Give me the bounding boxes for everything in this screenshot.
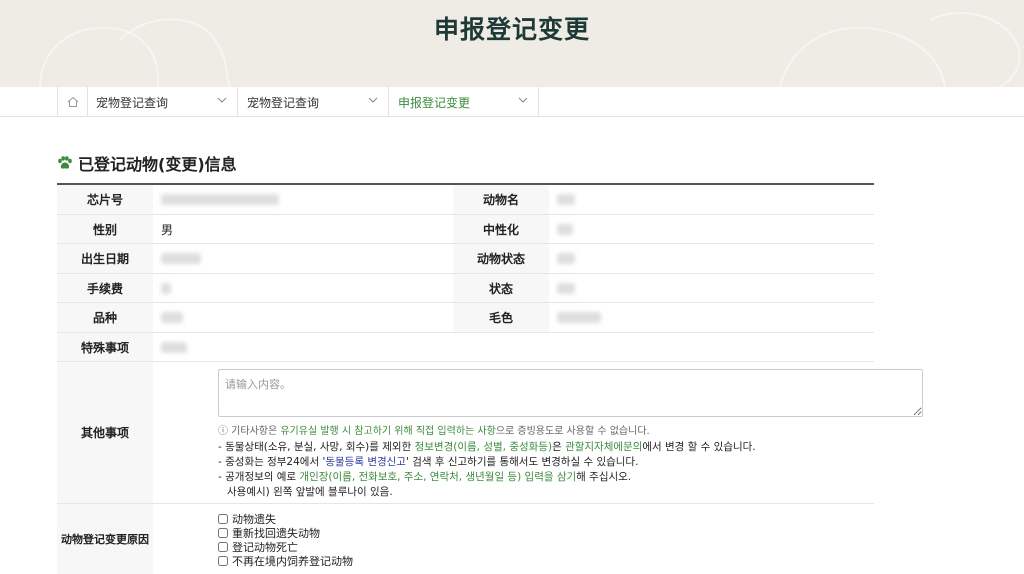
animal-status-value xyxy=(549,244,874,273)
chevron-down-icon xyxy=(217,97,227,103)
neuter-label: 中性化 xyxy=(453,215,549,243)
status-label: 状态 xyxy=(453,274,549,302)
table-row-reason: 动物登记变更原因 动物遗失 重新找回遗失动物 登记动物死亡 不再在境内饲养登记动… xyxy=(57,504,874,574)
checkbox[interactable] xyxy=(218,542,228,552)
chevron-down-icon xyxy=(518,97,528,103)
section-title: 已登记动物(变更)信息 xyxy=(57,151,237,175)
breadcrumb: 宠物登记查询 宠物登记查询 申报登记变更 xyxy=(0,87,1024,117)
section-title-text: 已登记动物(变更)信息 xyxy=(78,155,237,174)
checkbox[interactable] xyxy=(218,556,228,566)
neuter-value xyxy=(549,215,874,243)
animal-name-label: 动物名 xyxy=(453,185,549,214)
other-notes-hint: ⓘ 기타사항은 유기유실 발행 시 참고하기 위해 직접 입력하는 사항으로 증… xyxy=(218,426,650,437)
page-banner: 申报登记变更 xyxy=(0,0,1024,87)
special-notes-value xyxy=(153,333,874,361)
checkbox[interactable] xyxy=(218,514,228,524)
sex-label: 性别 xyxy=(57,215,153,243)
fee-value xyxy=(153,274,453,302)
change-reason-label: 动物登记变更原因 xyxy=(57,504,153,574)
coat-color-label: 毛色 xyxy=(453,303,549,332)
special-notes-label: 特殊事项 xyxy=(57,333,153,361)
paw-icon xyxy=(58,156,72,169)
table-row: 手续费 状态 xyxy=(57,274,874,303)
note-bullet-4: 사용예시) 왼쪽 앞발에 블루나이 있음. xyxy=(227,486,393,498)
breadcrumb-item-label: 申报登记变更 xyxy=(398,96,471,110)
breadcrumb-item-3[interactable]: 申报登记变更 xyxy=(389,87,539,116)
animal-name-value xyxy=(549,185,874,214)
home-icon xyxy=(67,96,78,107)
coat-color-value xyxy=(549,303,874,332)
other-notes-textarea[interactable] xyxy=(218,369,923,417)
status-value xyxy=(549,274,874,302)
table-row: 特殊事项 xyxy=(57,333,874,362)
table-row: 性别 男 中性化 xyxy=(57,215,874,244)
animal-status-label: 动物状态 xyxy=(453,244,549,273)
chevron-down-icon xyxy=(368,97,378,103)
note-bullet-2: - 중성화는 정부24에서 '동물등록 변경신고' 검색 후 신고하기를 통해서… xyxy=(218,456,639,468)
breed-label: 品种 xyxy=(57,303,153,332)
breed-value xyxy=(153,303,453,332)
chip-number-value xyxy=(153,185,453,214)
note-bullet-1: - 동물상태(소유, 분실, 사망, 회수)를 제외한 정보변경(이름, 성별,… xyxy=(218,441,756,453)
reason-relocate-checkbox[interactable]: 不再在境内饲养登记动物 xyxy=(218,553,353,569)
table-row: 芯片号 动物名 xyxy=(57,185,874,215)
checkbox[interactable] xyxy=(218,528,228,538)
sex-value: 男 xyxy=(161,222,174,237)
table-row: 出生日期 动物状态 xyxy=(57,244,874,274)
note-bullet-3: - 공개정보의 예로 개인장(이름, 전화보호, 주소, 연락처, 생년월일 등… xyxy=(218,471,632,483)
breadcrumb-item-2[interactable]: 宠物登记查询 xyxy=(238,87,389,116)
birth-date-label: 出生日期 xyxy=(57,244,153,273)
home-button[interactable] xyxy=(57,87,88,116)
other-notes-label: 其他事项 xyxy=(57,362,153,503)
chip-number-label: 芯片号 xyxy=(57,185,153,214)
page-title: 申报登记变更 xyxy=(433,15,590,44)
table-row: 品种 毛色 xyxy=(57,303,874,333)
animal-info-table: 芯片号 动物名 性别 男 中性化 出生日期 动物状态 手续费 状态 品种 毛色 … xyxy=(57,183,923,574)
breadcrumb-item-label: 宠物登记查询 xyxy=(96,96,169,110)
breadcrumb-item-label: 宠物登记查询 xyxy=(247,96,320,110)
birth-date-value xyxy=(153,244,453,273)
breadcrumb-item-1[interactable]: 宠物登记查询 xyxy=(87,87,238,116)
table-row-other: 其他事项 ⓘ 기타사항은 유기유실 발행 시 참고하기 위해 직접 입력하는 사… xyxy=(57,362,923,504)
fee-label: 手续费 xyxy=(57,274,153,302)
